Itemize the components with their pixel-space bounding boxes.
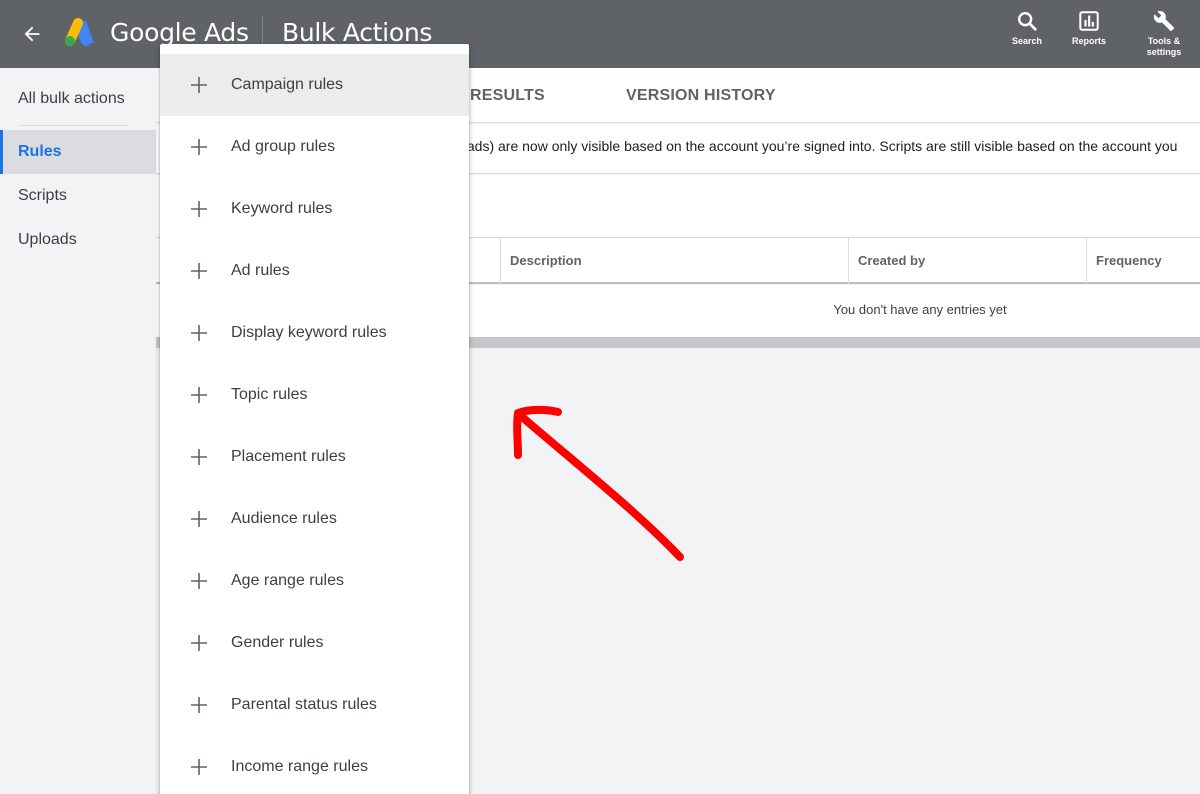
menu-item-label: Gender rules xyxy=(231,634,324,651)
back-arrow-icon[interactable] xyxy=(14,16,50,52)
menu-item-label: Parental status rules xyxy=(231,696,377,713)
menu-item-label: Topic rules xyxy=(231,386,308,403)
menu-item-parental-status-rules[interactable]: Parental status rules xyxy=(160,674,469,736)
menu-item-keyword-rules[interactable]: Keyword rules xyxy=(160,178,469,240)
tools-settings-label: Tools & settings xyxy=(1146,36,1182,57)
sidebar-item-scripts[interactable]: Scripts xyxy=(0,174,156,218)
plus-icon xyxy=(191,449,207,465)
menu-item-label: Ad rules xyxy=(231,262,290,279)
column-header-created-by[interactable]: Created by xyxy=(848,238,1087,284)
wrench-icon xyxy=(1153,11,1175,32)
plus-icon xyxy=(191,635,207,651)
menu-item-topic-rules[interactable]: Topic rules xyxy=(160,364,469,426)
reports-icon xyxy=(1079,11,1099,31)
new-rule-menu: Campaign rules Ad group rules Keyword ru… xyxy=(160,44,469,794)
plus-icon xyxy=(191,201,207,217)
menu-item-campaign-rules[interactable]: Campaign rules xyxy=(160,54,469,116)
column-header-frequency[interactable]: Frequency xyxy=(1086,238,1200,284)
menu-item-income-range-rules[interactable]: Income range rules xyxy=(160,736,469,794)
search-label: Search xyxy=(1011,36,1043,46)
menu-item-label: Age range rules xyxy=(231,572,344,589)
tab-results[interactable]: RESULTS xyxy=(470,87,545,105)
plus-icon xyxy=(191,77,207,93)
menu-item-label: Keyword rules xyxy=(231,200,333,217)
menu-item-label: Income range rules xyxy=(231,758,368,775)
red-annotation-arrow xyxy=(513,405,684,561)
menu-item-label: Campaign rules xyxy=(231,76,344,93)
plus-icon xyxy=(191,263,207,279)
sidebar-item-uploads[interactable]: Uploads xyxy=(0,218,156,262)
google-ads-logo-icon xyxy=(64,18,98,48)
menu-item-label: Placement rules xyxy=(231,448,346,465)
plus-icon xyxy=(191,139,207,155)
plus-icon xyxy=(191,325,207,341)
sidebar-item-rules[interactable]: Rules xyxy=(0,130,156,174)
plus-icon xyxy=(191,573,207,589)
menu-item-label: Ad group rules xyxy=(231,138,336,155)
menu-item-label: Display keyword rules xyxy=(231,324,387,341)
tab-version-history[interactable]: VERSION HISTORY xyxy=(626,87,776,105)
plus-icon xyxy=(191,511,207,527)
menu-item-placement-rules[interactable]: Placement rules xyxy=(160,426,469,488)
menu-item-age-range-rules[interactable]: Age range rules xyxy=(160,550,469,612)
plus-icon xyxy=(191,387,207,403)
tools-settings-button[interactable]: Tools & settings xyxy=(1140,10,1188,58)
notice-text: loads) are now only visible based on the… xyxy=(456,138,1178,154)
menu-item-label: Audience rules xyxy=(231,510,337,527)
plus-icon xyxy=(191,697,207,713)
menu-item-display-keyword-rules[interactable]: Display keyword rules xyxy=(160,302,469,364)
sidebar-item-all-bulk-actions[interactable]: All bulk actions xyxy=(18,90,125,108)
reports-button[interactable]: Reports xyxy=(1066,10,1112,47)
menu-item-gender-rules[interactable]: Gender rules xyxy=(160,612,469,674)
sidebar-divider xyxy=(18,125,128,126)
menu-item-audience-rules[interactable]: Audience rules xyxy=(160,488,469,550)
search-button[interactable]: Search xyxy=(1006,10,1048,47)
menu-item-ad-rules[interactable]: Ad rules xyxy=(160,240,469,302)
sidebar: All bulk actions Rules Scripts Uploads xyxy=(0,68,156,794)
column-header-description[interactable]: Description xyxy=(500,238,849,284)
reports-label: Reports xyxy=(1071,36,1106,46)
search-icon xyxy=(1018,12,1037,31)
plus-icon xyxy=(191,759,207,775)
menu-item-ad-group-rules[interactable]: Ad group rules xyxy=(160,116,469,178)
